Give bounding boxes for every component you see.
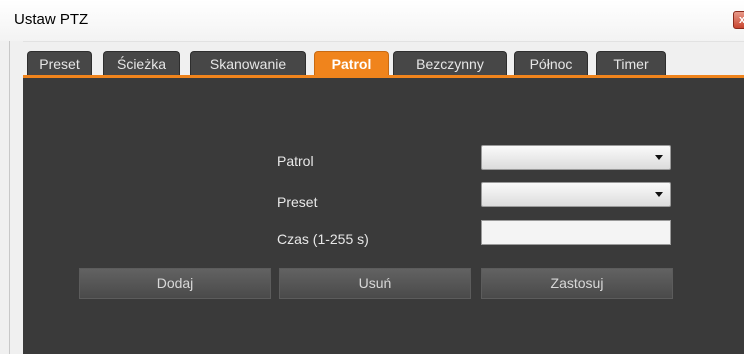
tab-idle[interactable]: Bezczynny <box>393 51 507 75</box>
time-input[interactable] <box>481 220 671 245</box>
tab-scan[interactable]: Skanowanie <box>190 51 306 75</box>
add-button[interactable]: Dodaj <box>79 268 271 299</box>
dropdown-arrow-icon <box>655 192 663 197</box>
left-edge <box>0 41 23 354</box>
patrol-panel <box>23 78 744 354</box>
window-title: Ustaw PTZ <box>14 11 89 28</box>
dropdown-arrow-icon <box>655 155 663 160</box>
preset-select[interactable] <box>481 182 671 207</box>
delete-button[interactable]: Usuń <box>279 268 471 299</box>
tab-north[interactable]: Północ <box>514 51 588 75</box>
tab-timer[interactable]: Timer <box>596 51 666 75</box>
patrol-select[interactable] <box>481 145 671 170</box>
apply-button[interactable]: Zastosuj <box>481 268 673 299</box>
time-label: Czas (1-255 s) <box>277 231 369 247</box>
preset-label: Preset <box>277 194 318 210</box>
tab-strip: Preset Ścieżka Skanowanie Patrol Bezczyn… <box>23 51 744 76</box>
ptz-settings-window: Ustaw PTZ x Preset Ścieżka Skanowanie Pa… <box>0 0 744 354</box>
tab-preset[interactable]: Preset <box>27 51 92 75</box>
tab-patrol[interactable]: Patrol <box>314 51 389 75</box>
patrol-label: Patrol <box>277 153 314 169</box>
title-bar: Ustaw PTZ x <box>0 0 744 42</box>
tab-path[interactable]: Ścieżka <box>103 51 180 75</box>
close-icon[interactable]: x <box>733 11 744 29</box>
